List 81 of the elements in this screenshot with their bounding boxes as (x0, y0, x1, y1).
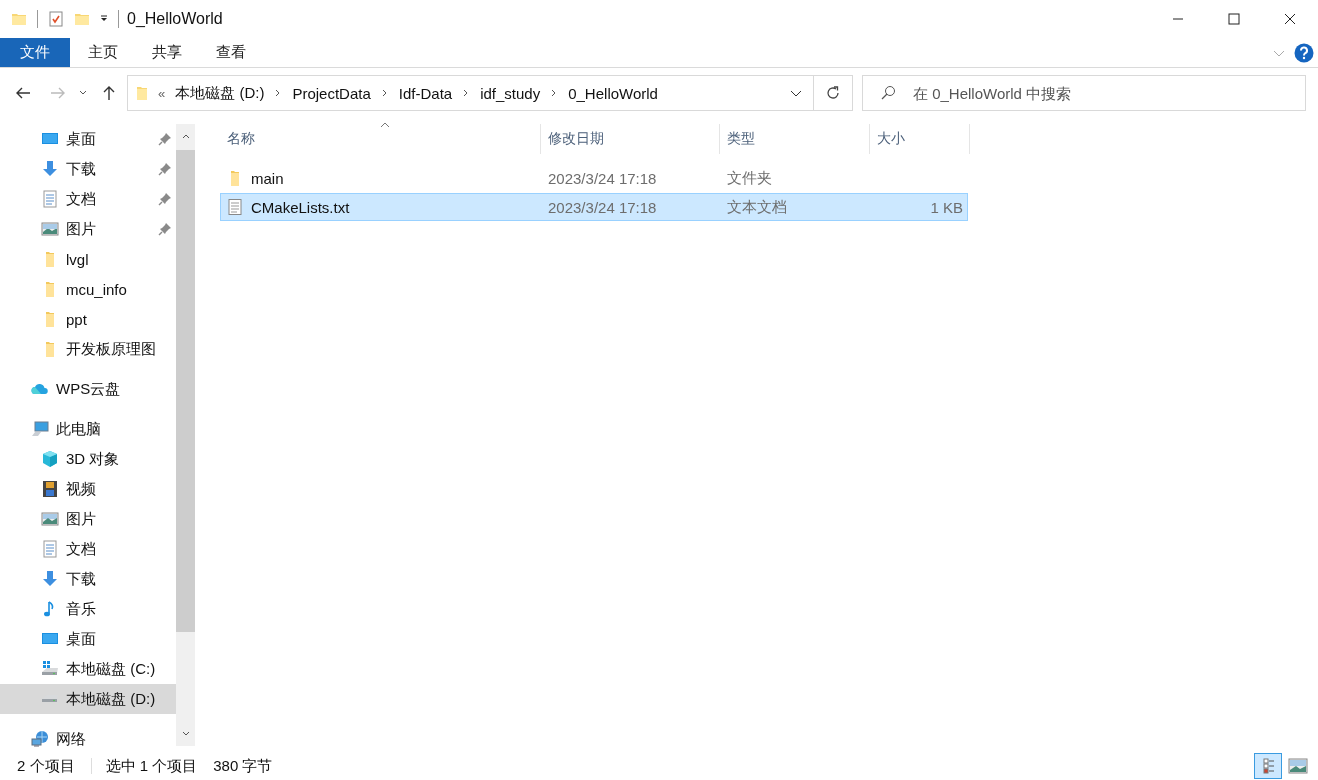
sidebar-item[interactable]: 视频 (0, 474, 176, 504)
network-icon (31, 730, 49, 748)
close-icon[interactable] (1284, 13, 1296, 25)
selection-size: 380 字节 (213, 756, 273, 776)
dropdown-icon[interactable] (100, 15, 108, 23)
breadcrumb[interactable]: 本地磁盘 (D:) (175, 83, 265, 103)
properties-icon[interactable] (48, 11, 64, 27)
minimize-icon[interactable] (1172, 18, 1184, 20)
file-type: 文件夹 (727, 168, 772, 188)
sidebar-item[interactable]: 下载 (0, 154, 176, 184)
sidebar-item[interactable]: ppt (0, 304, 176, 334)
sidebar-item[interactable]: 图片 (0, 214, 176, 244)
details-view-button[interactable] (1254, 753, 1282, 779)
file-row[interactable]: main 2023/3/24 17:18 文件夹 (220, 164, 968, 192)
sidebar-item[interactable]: 桌面 (0, 124, 176, 154)
sidebar-item[interactable]: 3D 对象 (0, 444, 176, 474)
address-bar[interactable]: « 本地磁盘 (D:) ProjectData Idf-Data idf_study 0_HelloWorld (127, 75, 853, 111)
pin-icon[interactable] (158, 222, 172, 236)
sidebar-item[interactable]: 文档 (0, 184, 176, 214)
pin-icon[interactable] (158, 162, 172, 176)
window-title: 0_HelloWorld (127, 10, 223, 28)
pictures-icon (41, 220, 59, 238)
scrollbar[interactable] (176, 124, 195, 746)
download-icon (41, 570, 59, 588)
maximize-icon[interactable] (1228, 13, 1240, 25)
sidebar-item[interactable]: WPS云盘 (0, 374, 176, 404)
sidebar-item[interactable]: 下载 (0, 564, 176, 594)
sidebar-item[interactable]: mcu_info (0, 274, 176, 304)
selection-count: 选中 1 个项目 (105, 756, 198, 776)
sidebar-item[interactable]: 开发板原理图 (0, 334, 176, 364)
file-name: main (251, 169, 284, 187)
overflow-marker[interactable]: « (158, 85, 166, 101)
sidebar-item[interactable]: 网络 (0, 724, 176, 752)
file-size: 1 KB (930, 198, 963, 216)
chevron-right-icon[interactable] (380, 89, 389, 97)
search-field[interactable]: 在 0_HelloWorld 中搜索 (862, 75, 1306, 111)
sidebar-item[interactable]: 音乐 (0, 594, 176, 624)
scroll-thumb[interactable] (176, 150, 195, 632)
pin-icon[interactable] (158, 132, 172, 146)
sidebar-item[interactable]: 图片 (0, 504, 176, 534)
column-header[interactable]: 类型 (720, 124, 870, 154)
column-header[interactable]: 大小 (870, 124, 970, 154)
details-view-icon (1260, 758, 1276, 774)
file-row[interactable]: CMakeLists.txt 2023/3/24 17:18 文本文档 1 KB (220, 193, 968, 221)
sort-ascending-icon (380, 122, 390, 128)
cube-icon (41, 450, 59, 468)
ribbon-tab[interactable]: 主页 (72, 38, 134, 67)
column-header[interactable]: 修改日期 (541, 124, 720, 154)
pc-icon (31, 420, 49, 438)
file-name: CMakeLists.txt (251, 198, 350, 216)
column-header[interactable]: 名称 (220, 124, 541, 154)
pictures-icon (41, 510, 59, 528)
ribbon-tab[interactable]: 共享 (136, 38, 198, 67)
refresh-icon[interactable] (824, 84, 842, 102)
modified-date: 2023/3/24 17:18 (548, 198, 657, 216)
sidebar-item[interactable]: 本地磁盘 (C:) (0, 654, 176, 684)
sidebar-item[interactable]: 此电脑 (0, 414, 176, 444)
breadcrumb[interactable]: idf_study (480, 84, 541, 102)
sidebar-item[interactable]: 桌面 (0, 624, 176, 654)
text-file-icon (227, 199, 243, 215)
download-icon (41, 160, 59, 178)
folder-icon (134, 85, 150, 101)
pin-icon[interactable] (158, 192, 172, 206)
drive-icon (41, 660, 59, 678)
document-icon (41, 540, 59, 558)
sidebar-item[interactable]: 本地磁盘 (D:) (0, 684, 176, 714)
document-icon (41, 190, 59, 208)
ribbon-tab[interactable]: 文件 (0, 38, 70, 67)
item-count: 2 个项目 (17, 756, 75, 776)
breadcrumb[interactable]: 0_HelloWorld (568, 84, 658, 102)
search-icon (880, 85, 896, 101)
video-icon (41, 480, 59, 498)
file-type: 文本文档 (727, 197, 787, 217)
breadcrumb[interactable]: Idf-Data (398, 84, 453, 102)
help-icon[interactable] (1294, 42, 1314, 63)
picture-view-icon (1288, 758, 1308, 774)
breadcrumb[interactable]: ProjectData (292, 84, 371, 102)
sidebar-item[interactable]: 文档 (0, 534, 176, 564)
sidebar-item[interactable]: lvgl (0, 244, 176, 274)
ribbon-tab[interactable]: 查看 (200, 38, 262, 67)
modified-date: 2023/3/24 17:18 (548, 169, 657, 187)
